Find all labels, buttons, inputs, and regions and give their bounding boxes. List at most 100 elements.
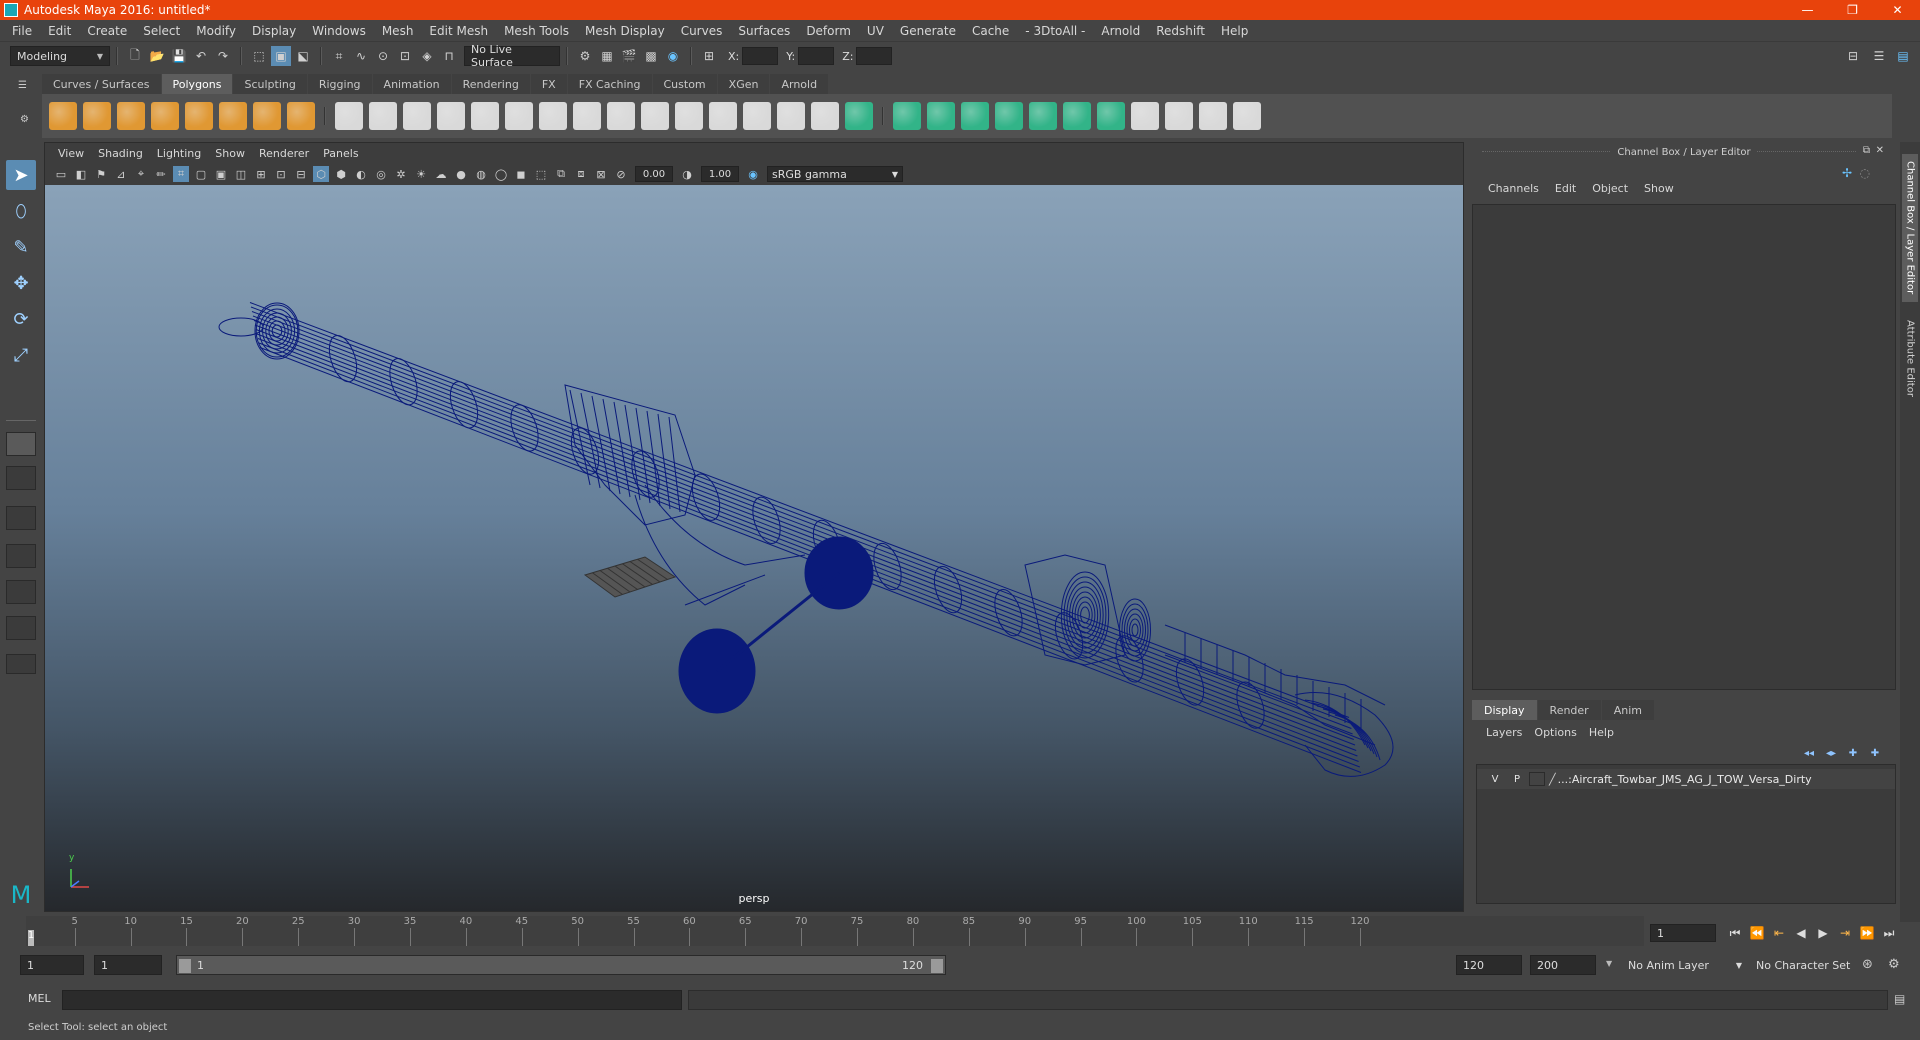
outliner-layout-icon[interactable] [6,544,36,568]
custom-layout-icon[interactable] [6,654,36,674]
hypershade-icon[interactable]: ◉ [663,46,683,66]
scale-tool-icon[interactable]: ⤢ [6,340,36,370]
platonic-icon[interactable] [437,102,465,130]
modeling-toolkit-icon[interactable]: ⊟ [1843,46,1863,66]
panel-menu-shading[interactable]: Shading [91,147,150,160]
menu-mesh-tools[interactable]: Mesh Tools [496,24,577,38]
uv-editor-icon[interactable] [1029,102,1057,130]
animation-start-input[interactable]: 1 [20,955,84,975]
triangulate-icon[interactable] [927,102,955,130]
snap-curve-icon[interactable]: ∿ [351,46,371,66]
auto-key-icon[interactable]: ⊛ [1862,957,1873,972]
range-start-handle[interactable] [179,959,191,973]
super-shapes-icon[interactable] [335,102,363,130]
bevel-icon[interactable] [641,102,669,130]
paint-select-tool-icon[interactable]: ✎ [6,232,36,262]
bookmark-icon[interactable]: ⚑ [93,166,109,182]
menu-redshift[interactable]: Redshift [1148,24,1213,38]
tab-rigging[interactable]: Rigging [307,74,372,94]
menu-mesh[interactable]: Mesh [374,24,422,38]
smooth-shade-icon[interactable]: ⬢ [333,166,349,182]
tab-rendering[interactable]: Rendering [451,74,530,94]
x-input[interactable] [742,47,779,65]
panel-menu-lighting[interactable]: Lighting [150,147,208,160]
sew-icon[interactable] [1199,102,1227,130]
select-component-icon[interactable]: ⬕ [293,46,313,66]
new-layer-icon[interactable]: ✚ [1844,746,1862,760]
time-slider[interactable]: 1 5 10 15 20 25 30 35 40 45 50 55 60 65 70 75 80 85 90 95 1… [26,916,1644,946]
render-frame-icon[interactable]: 🎬 [619,46,639,66]
mirror-icon[interactable] [845,102,873,130]
animation-end-input[interactable]: 200 [1530,955,1596,975]
grid-icon[interactable]: ⌗ [173,166,189,182]
camera-attributes-icon[interactable]: ◧ [73,166,89,182]
tab-arnold[interactable]: Arnold [770,74,829,94]
fill-hole-icon[interactable] [675,102,703,130]
ipr-render-icon[interactable]: ▩ [641,46,661,66]
smooth-icon[interactable] [893,102,921,130]
grease-pencil-icon[interactable]: ✏ [153,166,169,182]
tab-sculpting[interactable]: Sculpting [233,74,307,94]
gamma-input[interactable]: 1.00 [701,166,739,182]
layout-icon[interactable] [1165,102,1193,130]
tab-curves-surfaces[interactable]: Curves / Surfaces [42,74,161,94]
go-to-start-icon[interactable]: ⏮ [1724,922,1746,944]
pyramid-icon[interactable] [253,102,281,130]
undo-icon[interactable]: ↶ [191,46,211,66]
planar-map-icon[interactable] [1063,102,1091,130]
layer-tab-render[interactable]: Render [1537,700,1601,720]
transform-mode-icon[interactable]: ⊞ [699,46,719,66]
snap-grid-icon[interactable]: ⌗ [329,46,349,66]
close-panel-icon[interactable]: ✕ [1869,145,1890,156]
script-language-label[interactable]: MEL [28,992,51,1005]
multi-cut-icon[interactable] [743,102,771,130]
motion-blur-icon[interactable]: ◍ [473,166,489,182]
channel-menu-channels[interactable]: Channels [1480,182,1547,195]
panel-menu-panels[interactable]: Panels [316,147,365,160]
gate-mask-icon[interactable]: ◫ [233,166,249,182]
graph-editor-layout-icon[interactable] [6,616,36,640]
perspective-viewport[interactable]: y persp [45,185,1463,911]
panel-menu-renderer[interactable]: Renderer [252,147,316,160]
cylindrical-map-icon[interactable] [1097,102,1125,130]
menu-deform[interactable]: Deform [798,24,859,38]
xray-active-icon[interactable]: ⧈ [573,166,589,182]
layer-menu-options[interactable]: Options [1528,726,1582,739]
menu-arnold[interactable]: Arnold [1093,24,1148,38]
play-backwards-icon[interactable]: ◀ [1790,922,1812,944]
menu-help[interactable]: Help [1213,24,1256,38]
layer-menu-help[interactable]: Help [1583,726,1620,739]
layer-visibility-toggle[interactable]: V [1485,771,1505,787]
select-hierarchy-icon[interactable]: ⬚ [249,46,269,66]
open-scene-icon[interactable]: 📂 [147,46,167,66]
xray-icon[interactable]: ⧉ [553,166,569,182]
tab-channel-box-layer-editor[interactable]: Channel Box / Layer Editor [1902,154,1918,302]
chevron-down-icon[interactable]: ▼ [1606,959,1612,968]
cube-icon[interactable] [83,102,111,130]
menu-edit-mesh[interactable]: Edit Mesh [421,24,496,38]
color-management-icon[interactable]: ◉ [745,166,761,182]
exposure-icon[interactable]: ⊘ [613,166,629,182]
shelf-settings-icon[interactable]: ⚙ [20,114,32,126]
menu-display[interactable]: Display [244,24,304,38]
anti-aliasing-icon[interactable]: ◯ [493,166,509,182]
two-panes-side-layout-icon[interactable] [6,506,36,530]
menu-surfaces[interactable]: Surfaces [730,24,798,38]
y-input[interactable] [798,47,835,65]
range-slider[interactable]: 1 120 [176,955,946,975]
channel-box-icon[interactable]: ▤ [1893,46,1913,66]
gamma-icon[interactable]: ◑ [679,166,695,182]
bridge-icon[interactable] [607,102,635,130]
magnet-icon[interactable]: ⊓ [439,46,459,66]
image-plane-icon[interactable]: ⊿ [113,166,129,182]
tab-xgen[interactable]: XGen [717,74,770,94]
step-forward-frame-icon[interactable]: ⏩ [1856,922,1878,944]
new-layer-selected-icon[interactable]: ✚ [1866,746,1884,760]
render-view-icon[interactable]: ▦ [597,46,617,66]
field-chart-icon[interactable]: ⊞ [253,166,269,182]
helix-icon[interactable] [539,102,567,130]
render-settings-icon[interactable]: ⚙ [575,46,595,66]
lights-icon[interactable]: ☀ [413,166,429,182]
resolution-gate-icon[interactable]: ▣ [213,166,229,182]
menu-set-dropdown[interactable]: Modeling ▼ [10,46,110,66]
